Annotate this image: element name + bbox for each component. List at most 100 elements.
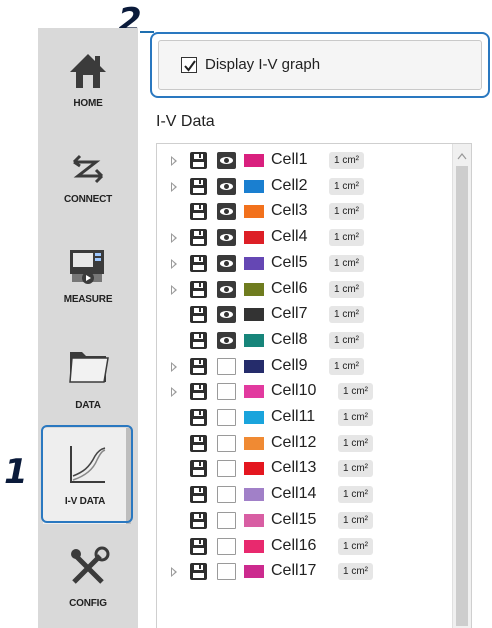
visibility-eye-icon[interactable] — [217, 254, 236, 272]
list-item[interactable]: Cell5 1 cm² — [157, 252, 453, 276]
save-icon[interactable] — [190, 306, 207, 324]
save-icon[interactable] — [190, 486, 207, 504]
sidebar-item-config[interactable]: CONFIG — [38, 532, 138, 628]
color-swatch[interactable] — [244, 513, 264, 527]
cell-name: Cell5 — [271, 253, 308, 271]
display-graph-checkbox[interactable] — [181, 57, 197, 73]
area-badge: 1 cm² — [338, 383, 373, 401]
area-badge: 1 cm² — [329, 357, 364, 375]
callout-number-1: 1 — [4, 452, 28, 492]
save-icon[interactable] — [190, 331, 207, 349]
save-icon[interactable] — [190, 460, 207, 478]
expand-arrow-fill — [172, 235, 175, 242]
cell-name: Cell6 — [271, 279, 308, 297]
display-graph-toggle[interactable]: Display I-V graph — [158, 40, 482, 90]
list-item[interactable]: Cell7 1 cm² — [157, 303, 453, 327]
list-item[interactable]: Cell10 1 cm² — [157, 380, 453, 404]
color-swatch[interactable] — [244, 205, 264, 219]
visibility-eye-icon[interactable] — [217, 280, 236, 298]
area-badge: 1 cm² — [329, 254, 364, 272]
visibility-eye-icon[interactable] — [217, 203, 236, 221]
list-item[interactable]: Cell16 1 cm² — [157, 535, 453, 559]
save-icon[interactable] — [190, 563, 207, 581]
list-item[interactable]: Cell14 1 cm² — [157, 483, 453, 507]
visibility-eye-icon[interactable] — [217, 177, 236, 195]
color-swatch[interactable] — [244, 282, 264, 296]
list-item[interactable]: Cell6 1 cm² — [157, 278, 453, 302]
color-swatch[interactable] — [244, 333, 264, 347]
color-swatch[interactable] — [244, 385, 264, 399]
save-icon[interactable] — [190, 409, 207, 426]
color-swatch[interactable] — [244, 411, 264, 424]
visibility-toggle-off[interactable] — [217, 357, 236, 375]
color-swatch[interactable] — [244, 539, 264, 553]
visibility-toggle-off[interactable] — [217, 511, 236, 529]
cell-name: Cell11 — [271, 408, 316, 425]
checkmark-icon — [184, 60, 196, 72]
list-item[interactable]: Cell4 1 cm² — [157, 226, 453, 250]
sidebar-item-measure[interactable]: MEASURE — [38, 232, 138, 328]
list-item[interactable]: Cell17 1 cm² — [157, 560, 453, 584]
color-swatch[interactable] — [244, 565, 264, 579]
color-swatch[interactable] — [244, 488, 264, 502]
list-item[interactable]: Cell11 1 cm² — [157, 406, 453, 430]
color-swatch[interactable] — [244, 179, 264, 193]
visibility-eye-icon[interactable] — [217, 152, 236, 169]
cell-name: Cell16 — [271, 536, 317, 554]
color-swatch[interactable] — [244, 154, 264, 167]
save-icon[interactable] — [190, 229, 207, 247]
color-swatch[interactable] — [244, 308, 264, 322]
visibility-eye-icon[interactable] — [217, 229, 236, 247]
list-scrollbar[interactable] — [452, 144, 471, 628]
save-icon[interactable] — [190, 152, 207, 169]
list-item[interactable]: Cell15 1 cm² — [157, 509, 453, 533]
save-icon[interactable] — [190, 254, 207, 272]
scroll-thumb[interactable] — [456, 166, 468, 626]
cell-name: Cell3 — [271, 202, 308, 220]
list-item[interactable]: Cell1 1 cm² — [157, 149, 453, 173]
visibility-toggle-off[interactable] — [217, 486, 236, 504]
color-swatch[interactable] — [244, 231, 264, 245]
color-swatch[interactable] — [244, 462, 264, 476]
area-badge: 1 cm² — [338, 486, 373, 504]
save-icon[interactable] — [190, 357, 207, 375]
save-icon[interactable] — [190, 203, 207, 221]
save-icon[interactable] — [190, 383, 207, 401]
visibility-toggle-off[interactable] — [217, 409, 236, 426]
save-icon[interactable] — [190, 537, 207, 555]
area-badge: 1 cm² — [338, 537, 373, 555]
list-item[interactable]: Cell2 1 cm² — [157, 175, 453, 199]
color-swatch[interactable] — [244, 436, 264, 450]
sidebar-label-home: HOME — [73, 98, 103, 109]
color-swatch[interactable] — [244, 256, 264, 270]
cell-name: Cell10 — [271, 382, 317, 400]
sidebar-label-data: DATA — [75, 400, 101, 411]
cell-name: Cell8 — [271, 330, 308, 348]
list-item[interactable]: Cell8 1 cm² — [157, 329, 453, 353]
visibility-toggle-off[interactable] — [217, 383, 236, 401]
visibility-toggle-off[interactable] — [217, 434, 236, 452]
save-icon[interactable] — [190, 434, 207, 452]
save-icon[interactable] — [190, 511, 207, 529]
scroll-up-icon[interactable] — [457, 152, 467, 160]
list-item[interactable]: Cell13 1 cm² — [157, 457, 453, 481]
sidebar-item-home[interactable]: HOME — [38, 36, 138, 132]
visibility-toggle-off[interactable] — [217, 563, 236, 581]
list-item[interactable]: Cell12 1 cm² — [157, 432, 453, 456]
save-icon[interactable] — [190, 280, 207, 298]
visibility-eye-icon[interactable] — [217, 331, 236, 349]
list-item[interactable]: Cell9 1 cm² — [157, 355, 453, 379]
color-swatch[interactable] — [244, 359, 264, 373]
visibility-eye-icon[interactable] — [217, 306, 236, 324]
area-badge: 1 cm² — [329, 331, 364, 349]
visibility-toggle-off[interactable] — [217, 537, 236, 555]
cell-name: Cell12 — [271, 433, 317, 451]
sidebar-item-data[interactable]: DATA — [38, 332, 138, 428]
cell-name: Cell9 — [271, 356, 308, 374]
area-badge: 1 cm² — [329, 306, 364, 324]
visibility-toggle-off[interactable] — [217, 460, 236, 478]
list-item[interactable]: Cell3 1 cm² — [157, 200, 453, 224]
area-badge: 1 cm² — [338, 434, 373, 452]
save-icon[interactable] — [190, 177, 207, 195]
sidebar-item-connect[interactable]: CONNECT — [38, 132, 138, 228]
